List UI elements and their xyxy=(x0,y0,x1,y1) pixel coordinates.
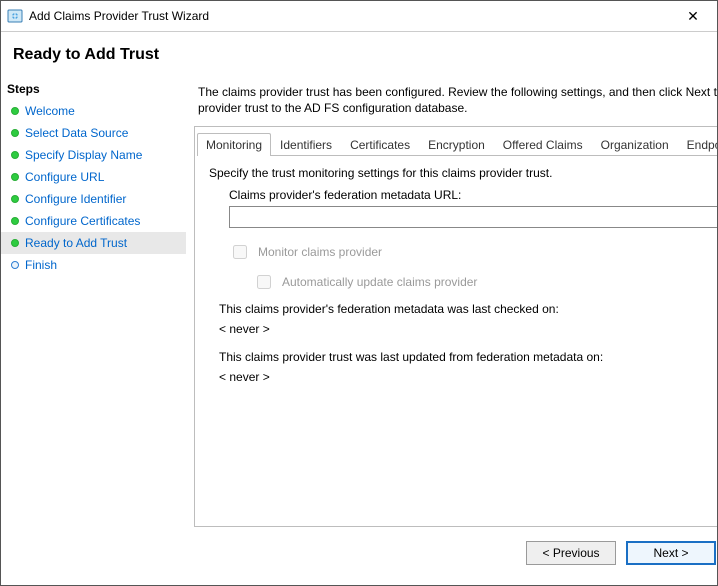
wizard-footer: < Previous Next > Cancel xyxy=(194,527,717,585)
step-configure-url[interactable]: Configure URL xyxy=(1,166,186,188)
window-title: Add Claims Provider Trust Wizard xyxy=(29,9,673,23)
next-button[interactable]: Next > xyxy=(626,541,716,565)
monitor-provider-checkbox: Monitor claims provider xyxy=(229,242,717,262)
tab-monitoring[interactable]: Monitoring xyxy=(197,133,271,156)
tab-panel: Monitoring Identifiers Certificates Encr… xyxy=(194,126,717,527)
last-updated-label: This claims provider trust was last upda… xyxy=(219,350,717,364)
metadata-url-label: Claims provider's federation metadata UR… xyxy=(229,188,717,202)
monitor-provider-checkbox-input xyxy=(233,245,247,259)
step-label: Finish xyxy=(25,258,57,272)
tab-content-monitoring: Specify the trust monitoring settings fo… xyxy=(195,156,717,526)
step-bullet-icon xyxy=(11,195,19,203)
page-title: Ready to Add Trust xyxy=(13,46,705,64)
previous-button[interactable]: < Previous xyxy=(526,541,616,565)
step-label: Ready to Add Trust xyxy=(25,236,127,250)
tab-organization[interactable]: Organization xyxy=(592,133,678,156)
wizard-main: The claims provider trust has been confi… xyxy=(186,80,717,585)
step-bullet-icon xyxy=(11,261,19,269)
last-checked-value: < never > xyxy=(219,322,717,336)
step-ready-to-add-trust[interactable]: Ready to Add Trust xyxy=(1,232,186,254)
step-bullet-icon xyxy=(11,107,19,115)
page-header: Ready to Add Trust xyxy=(1,32,717,80)
step-bullet-icon xyxy=(11,151,19,159)
step-label: Select Data Source xyxy=(25,126,128,140)
intro-text: The claims provider trust has been confi… xyxy=(194,80,717,126)
step-finish[interactable]: Finish xyxy=(1,254,186,276)
step-label: Configure Certificates xyxy=(25,214,140,228)
tab-endpoints[interactable]: Endpoints xyxy=(678,133,717,156)
step-label: Specify Display Name xyxy=(25,148,142,162)
step-label: Configure Identifier xyxy=(25,192,126,206)
step-configure-certificates[interactable]: Configure Certificates xyxy=(1,210,186,232)
step-label: Welcome xyxy=(25,104,75,118)
metadata-url-input[interactable] xyxy=(229,206,717,228)
close-icon[interactable]: ✕ xyxy=(673,1,713,31)
steps-sidebar: Steps Welcome Select Data Source Specify… xyxy=(1,80,186,585)
step-configure-identifier[interactable]: Configure Identifier xyxy=(1,188,186,210)
step-specify-display-name[interactable]: Specify Display Name xyxy=(1,144,186,166)
auto-update-checkbox-input xyxy=(257,275,271,289)
monitor-provider-label: Monitor claims provider xyxy=(258,245,382,259)
metadata-url-field-wrap xyxy=(229,206,717,228)
wizard-window: Add Claims Provider Trust Wizard ✕ Ready… xyxy=(0,0,718,586)
step-select-data-source[interactable]: Select Data Source xyxy=(1,122,186,144)
tab-strip: Monitoring Identifiers Certificates Encr… xyxy=(195,127,717,155)
titlebar: Add Claims Provider Trust Wizard ✕ xyxy=(1,1,717,32)
step-bullet-icon xyxy=(11,217,19,225)
tab-certificates[interactable]: Certificates xyxy=(341,133,419,156)
tab-offered-claims[interactable]: Offered Claims xyxy=(494,133,592,156)
last-updated-value: < never > xyxy=(219,370,717,384)
tab-identifiers[interactable]: Identifiers xyxy=(271,133,341,156)
step-bullet-icon xyxy=(11,173,19,181)
steps-heading: Steps xyxy=(1,80,186,100)
step-label: Configure URL xyxy=(25,170,104,184)
auto-update-label: Automatically update claims provider xyxy=(282,275,477,289)
step-bullet-icon xyxy=(11,239,19,247)
last-checked-label: This claims provider's federation metada… xyxy=(219,302,717,316)
app-icon xyxy=(7,8,23,24)
wizard-body: Steps Welcome Select Data Source Specify… xyxy=(1,80,717,585)
auto-update-checkbox: Automatically update claims provider xyxy=(253,272,717,292)
step-bullet-icon xyxy=(11,129,19,137)
monitoring-description: Specify the trust monitoring settings fo… xyxy=(209,166,717,180)
tab-encryption[interactable]: Encryption xyxy=(419,133,494,156)
step-welcome[interactable]: Welcome xyxy=(1,100,186,122)
